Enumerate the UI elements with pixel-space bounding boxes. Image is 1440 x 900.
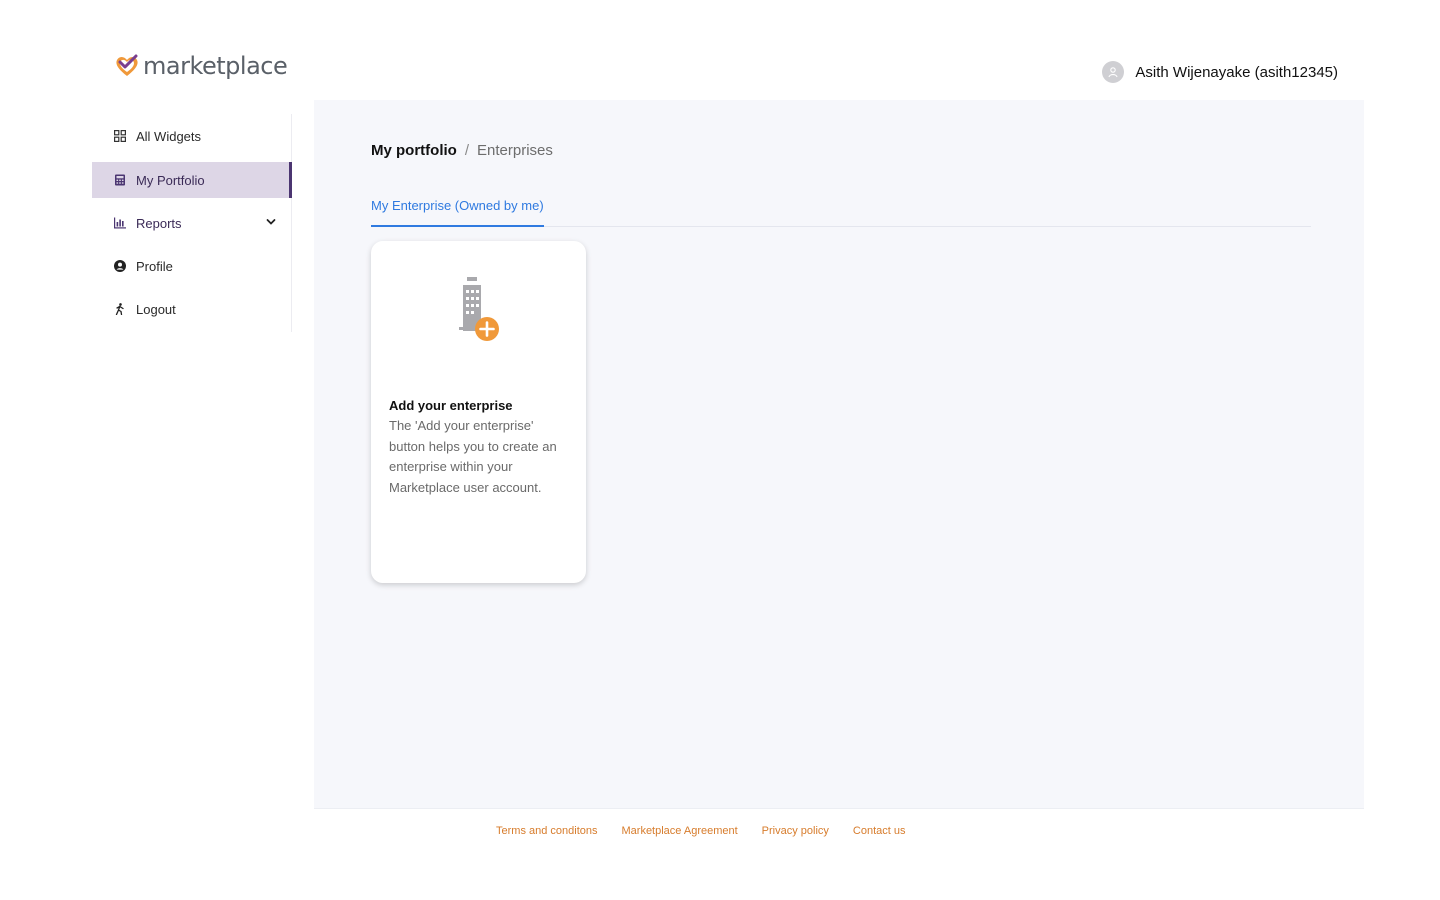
sidebar-item-logout[interactable]: Logout xyxy=(92,291,292,327)
user-avatar-icon xyxy=(1102,61,1125,83)
tab-bar: My Enterprise (Owned by me) xyxy=(371,198,1311,227)
card-title: Add your enterprise xyxy=(389,398,513,413)
walking-person-icon xyxy=(114,303,126,315)
sidebar-item-label: All Widgets xyxy=(136,128,202,144)
breadcrumb-separator: / xyxy=(464,142,469,159)
footer-link-privacy[interactable]: Privacy policy xyxy=(762,825,829,837)
heart-check-logo-icon xyxy=(116,54,138,76)
footer-link-agreement[interactable]: Marketplace Agreement xyxy=(622,825,738,837)
user-name: Asith Wijenayake (asith12345) xyxy=(1135,63,1338,81)
tab-my-enterprise[interactable]: My Enterprise (Owned by me) xyxy=(371,198,544,227)
sidebar-item-profile[interactable]: Profile xyxy=(92,248,292,284)
sidebar-item-label: My Portfolio xyxy=(136,172,205,188)
sidebar-item-label: Profile xyxy=(136,258,173,274)
footer: Terms and conditons Marketplace Agreemen… xyxy=(314,808,1364,850)
app-frame: marketplace All Widgets My Portfolio Rep… xyxy=(92,48,1364,850)
user-circle-icon xyxy=(114,260,126,272)
sidebar-item-label: Logout xyxy=(136,301,176,317)
add-enterprise-card[interactable]: Add your enterprise The 'Add your enterp… xyxy=(371,241,586,583)
footer-link-contact[interactable]: Contact us xyxy=(853,825,906,837)
breadcrumb: My portfolio / Enterprises xyxy=(371,142,553,159)
calculator-icon xyxy=(114,174,126,186)
bar-chart-icon xyxy=(114,217,126,229)
breadcrumb-root[interactable]: My portfolio xyxy=(371,142,457,159)
sidebar: marketplace All Widgets My Portfolio Rep… xyxy=(92,48,314,850)
top-bar: Asith Wijenayake (asith12345) xyxy=(314,48,1364,100)
grid-icon xyxy=(114,130,126,142)
breadcrumb-current: Enterprises xyxy=(477,142,553,159)
main-content: Asith Wijenayake (asith12345) My portfol… xyxy=(314,48,1364,850)
card-description: The 'Add your enterprise' button helps y… xyxy=(389,418,557,495)
footer-link-terms[interactable]: Terms and conditons xyxy=(496,825,598,837)
sidebar-item-reports[interactable]: Reports xyxy=(92,205,292,241)
sidebar-nav: All Widgets My Portfolio Reports Profile… xyxy=(92,114,292,332)
brand-logo[interactable]: marketplace xyxy=(114,52,288,80)
building-add-icon xyxy=(459,277,499,341)
sidebar-item-all-widgets[interactable]: All Widgets xyxy=(92,118,292,154)
brand-name: marketplace xyxy=(143,52,288,80)
sidebar-item-label: Reports xyxy=(136,215,182,231)
footer-links: Terms and conditons Marketplace Agreemen… xyxy=(496,825,930,837)
sidebar-item-my-portfolio[interactable]: My Portfolio xyxy=(92,162,292,198)
user-menu[interactable]: Asith Wijenayake (asith12345) xyxy=(1102,61,1338,83)
chevron-down-icon[interactable] xyxy=(266,217,276,227)
